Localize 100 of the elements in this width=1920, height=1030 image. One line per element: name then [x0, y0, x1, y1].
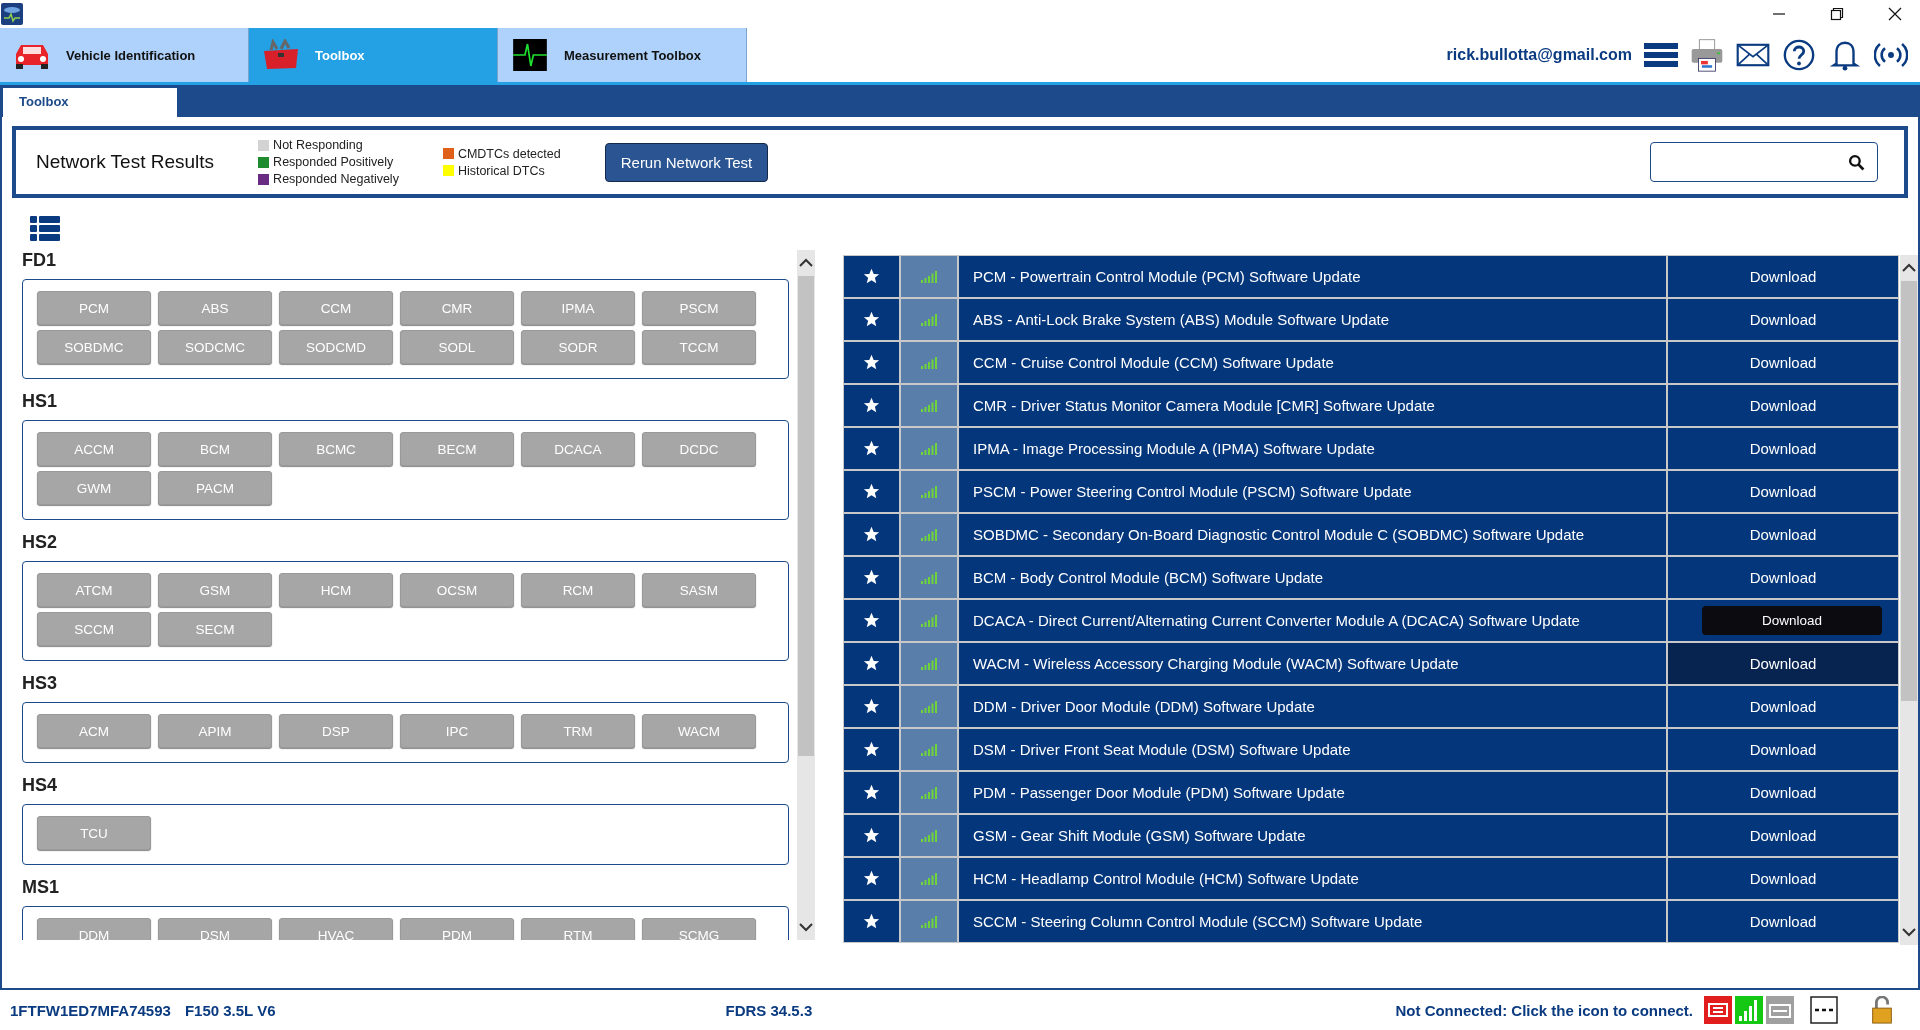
- module-button[interactable]: BCMC: [279, 432, 393, 466]
- restore-icon[interactable]: [1830, 7, 1844, 21]
- module-button[interactable]: SCMG: [642, 918, 756, 940]
- module-button[interactable]: DCDC: [642, 432, 756, 466]
- scroll-up-icon[interactable]: [1901, 263, 1917, 273]
- favorite-cell[interactable]: [844, 729, 899, 770]
- module-button[interactable]: TCU: [37, 816, 151, 850]
- module-button[interactable]: SODL: [400, 330, 514, 364]
- module-button[interactable]: DSP: [279, 714, 393, 748]
- search-field[interactable]: [1650, 142, 1878, 182]
- favorite-cell[interactable]: [844, 815, 899, 856]
- module-button[interactable]: SOBDMC: [37, 330, 151, 364]
- module-button[interactable]: IPMA: [521, 291, 635, 325]
- module-button[interactable]: ACCM: [37, 432, 151, 466]
- search-icon: [1848, 153, 1865, 171]
- vehicle-text: F150 3.5L V6: [184, 1001, 276, 1019]
- scroll-down-icon[interactable]: [1901, 927, 1917, 937]
- module-button[interactable]: ATCM: [37, 573, 151, 607]
- download-button[interactable]: Download: [1668, 256, 1898, 297]
- signal-icon: [921, 528, 937, 541]
- module-button[interactable]: BECM: [400, 432, 514, 466]
- download-button[interactable]: Download: [1668, 901, 1898, 942]
- download-button[interactable]: Download: [1668, 299, 1898, 340]
- download-button[interactable]: Download: [1668, 557, 1898, 598]
- module-button[interactable]: CMR: [400, 291, 514, 325]
- module-button[interactable]: DSM: [158, 918, 272, 940]
- module-button[interactable]: DCACA: [521, 432, 635, 466]
- module-button[interactable]: HCM: [279, 573, 393, 607]
- download-button[interactable]: Download: [1668, 428, 1898, 469]
- download-button[interactable]: Download: [1668, 471, 1898, 512]
- module-button[interactable]: SODCMD: [279, 330, 393, 364]
- module-button[interactable]: HVAC: [279, 918, 393, 940]
- module-button[interactable]: OCSM: [400, 573, 514, 607]
- rerun-button[interactable]: Rerun Network Test: [604, 142, 769, 182]
- module-button[interactable]: IPC: [400, 714, 514, 748]
- favorite-cell[interactable]: [844, 772, 899, 813]
- favorite-cell[interactable]: [844, 385, 899, 426]
- module-button[interactable]: TRM: [521, 714, 635, 748]
- close-icon[interactable]: [1888, 7, 1902, 21]
- download-button[interactable]: Download: [1668, 643, 1898, 684]
- module-button[interactable]: SODCMC: [158, 330, 272, 364]
- star-icon: [863, 569, 880, 586]
- favorite-cell[interactable]: [844, 471, 899, 512]
- module-button[interactable]: WACM: [642, 714, 756, 748]
- main-tab[interactable]: Measurement Toolbox: [498, 28, 747, 82]
- module-button[interactable]: RCM: [521, 573, 635, 607]
- module-button[interactable]: RTM: [521, 918, 635, 940]
- module-button[interactable]: SECM: [158, 612, 272, 646]
- favorite-cell[interactable]: [844, 299, 899, 340]
- module-button[interactable]: PACM: [158, 471, 272, 505]
- connector-icon[interactable]: [1704, 996, 1732, 1024]
- favorite-cell[interactable]: [844, 256, 899, 297]
- module-button[interactable]: CCM: [279, 291, 393, 325]
- module-button[interactable]: PDM: [400, 918, 514, 940]
- download-button[interactable]: Download: [1668, 342, 1898, 383]
- scrollbar[interactable]: [1900, 255, 1918, 945]
- favorite-cell[interactable]: [844, 557, 899, 598]
- scroll-down-icon[interactable]: [798, 922, 814, 932]
- module-button[interactable]: BCM: [158, 432, 272, 466]
- scroll-up-icon[interactable]: [798, 258, 814, 268]
- module-button[interactable]: GWM: [37, 471, 151, 505]
- scrollbar[interactable]: [797, 250, 815, 940]
- module-button[interactable]: SASM: [642, 573, 756, 607]
- download-button[interactable]: Download: [1668, 729, 1898, 770]
- legend-label: Historical DTCs: [457, 163, 545, 178]
- module-button[interactable]: PCM: [37, 291, 151, 325]
- module-button[interactable]: APIM: [158, 714, 272, 748]
- network-title: HS2: [22, 532, 58, 553]
- module-button[interactable]: DDM: [37, 918, 151, 940]
- printer-icon[interactable]: [1690, 38, 1724, 72]
- favorite-cell[interactable]: [844, 428, 899, 469]
- module-button[interactable]: GSM: [158, 573, 272, 607]
- module-button[interactable]: SODR: [521, 330, 635, 364]
- download-button[interactable]: Download: [1668, 385, 1898, 426]
- download-button[interactable]: Download: [1668, 815, 1898, 856]
- favorite-cell[interactable]: [844, 858, 899, 899]
- sub-tab[interactable]: Toolbox: [3, 88, 177, 117]
- favorite-cell[interactable]: [844, 643, 899, 684]
- update-description: SOBDMC - Secondary On-Board Diagnostic Control Module C (SOBDMC) Software Update: [959, 514, 1666, 555]
- star-icon: [863, 655, 880, 672]
- scroll-thumb[interactable]: [798, 276, 814, 756]
- download-button[interactable]: Download: [1668, 686, 1898, 727]
- favorite-cell[interactable]: [844, 686, 899, 727]
- help-icon[interactable]: [1782, 38, 1816, 72]
- favorite-cell[interactable]: [844, 901, 899, 942]
- main-tab[interactable]: Vehicle Identification: [0, 28, 249, 82]
- module-button[interactable]: ABS: [158, 291, 272, 325]
- favorite-cell[interactable]: [844, 514, 899, 555]
- main-tab[interactable]: Toolbox: [249, 28, 498, 82]
- favorite-cell[interactable]: [844, 600, 899, 641]
- module-button[interactable]: SCCM: [37, 612, 151, 646]
- download-button[interactable]: Download: [1668, 772, 1898, 813]
- download-button[interactable]: Download: [1668, 858, 1898, 899]
- module-button[interactable]: TCCM: [642, 330, 756, 364]
- scroll-thumb[interactable]: [1901, 281, 1917, 701]
- module-button[interactable]: PSCM: [642, 291, 756, 325]
- list-view-icon[interactable]: [30, 216, 60, 242]
- favorite-cell[interactable]: [844, 342, 899, 383]
- module-button[interactable]: ACM: [37, 714, 151, 748]
- download-button[interactable]: Download: [1668, 514, 1898, 555]
